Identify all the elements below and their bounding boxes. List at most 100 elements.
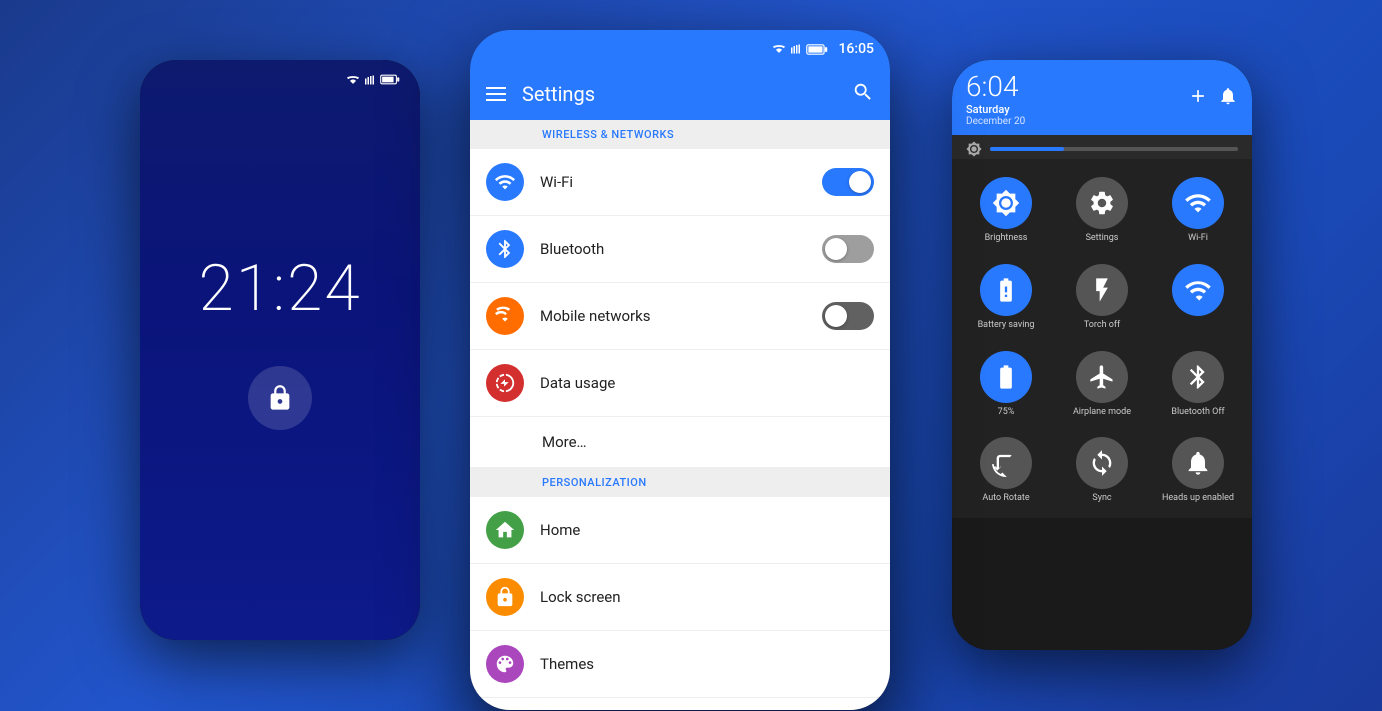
left-phone: 21:24 xyxy=(140,60,420,640)
qs-battery-icon xyxy=(992,363,1020,391)
qs-airplane-icon xyxy=(1088,363,1116,391)
settings-item-mobile[interactable]: Mobile networks xyxy=(470,283,890,350)
qs-battery-saving-circle xyxy=(980,264,1032,316)
settings-item-statusbar[interactable]: Status bar xyxy=(470,698,890,710)
qs-wifi-label: Wi-Fi xyxy=(1188,233,1208,244)
left-status-bar xyxy=(160,74,400,85)
qs-battery-label: 75% xyxy=(998,407,1015,418)
qs-tile-torch[interactable]: Torch off xyxy=(1056,254,1148,337)
lock-icon-circle[interactable] xyxy=(248,366,312,430)
settings-item-data[interactable]: Data usage xyxy=(470,350,890,417)
qs-tile-airplane[interactable]: Airplane mode xyxy=(1056,341,1148,424)
brightness-icon-small xyxy=(966,141,982,157)
qs-bluetooth-label: Bluetooth Off xyxy=(1171,407,1224,418)
qs-tile-battery[interactable]: 75% xyxy=(960,341,1052,424)
themes-icon xyxy=(494,653,516,675)
qs-battery-saving-icon xyxy=(992,276,1020,304)
qs-sync-label: Sync xyxy=(1092,493,1111,504)
bluetooth-icon xyxy=(494,238,516,260)
qs-wifi-icon xyxy=(1184,189,1212,217)
qs-rotate-label: Auto Rotate xyxy=(982,493,1029,504)
qs-brightness-icon xyxy=(992,189,1020,217)
qs-tile-settings[interactable]: Settings xyxy=(1056,167,1148,250)
settings-item-bluetooth[interactable]: Bluetooth xyxy=(470,216,890,283)
qs-date: Saturday December 20 xyxy=(966,103,1025,127)
wifi-icon-circle xyxy=(486,163,524,201)
mobile-toggle[interactable] xyxy=(822,302,874,330)
qs-torch-circle xyxy=(1076,264,1128,316)
qs-tile-brightness[interactable]: Brightness xyxy=(960,167,1052,250)
hamburger-icon[interactable] xyxy=(486,87,506,101)
settings-item-home[interactable]: Home xyxy=(470,497,890,564)
lockscreen-icon-circle xyxy=(486,578,524,616)
data-icon-circle xyxy=(486,364,524,402)
qs-add-icon[interactable] xyxy=(1188,86,1208,111)
wifi-toggle-knob xyxy=(849,171,871,193)
themes-label: Themes xyxy=(540,655,874,673)
qs-bell-icon[interactable] xyxy=(1218,86,1238,111)
qs-sync-circle xyxy=(1076,437,1128,489)
qs-tile-wifi[interactable]: Wi-Fi xyxy=(1152,167,1244,250)
qs-headsup-icon xyxy=(1184,449,1212,477)
wifi-icon xyxy=(494,171,516,193)
more-label: More… xyxy=(542,433,587,451)
home-icon xyxy=(494,519,516,541)
settings-item-themes[interactable]: Themes xyxy=(470,631,890,698)
settings-header: Settings xyxy=(470,68,890,120)
qs-header: 6:04 Saturday December 20 xyxy=(952,60,1252,135)
mobile-icon-circle xyxy=(486,297,524,335)
mobile-networks-label: Mobile networks xyxy=(540,307,806,325)
qs-tile-rotate[interactable]: Auto Rotate xyxy=(960,427,1052,510)
mobile-toggle-knob xyxy=(825,305,847,327)
qs-grid: Brightness Settings Wi-Fi xyxy=(952,159,1252,518)
qs-rotate-icon xyxy=(992,449,1020,477)
settings-phone: 16:05 Settings WIRELESS & NETWORKS Wi-Fi xyxy=(470,30,890,710)
qs-wifi-circle xyxy=(1172,177,1224,229)
lockscreen-label: Lock screen xyxy=(540,588,874,606)
data-icon xyxy=(494,372,516,394)
home-label: Home xyxy=(540,521,874,539)
qs-brightness-label: Brightness xyxy=(985,233,1028,244)
search-button[interactable] xyxy=(852,81,874,108)
lock-icon xyxy=(266,384,294,412)
settings-item-more[interactable]: More… xyxy=(470,417,890,468)
qs-airplane-label: Airplane mode xyxy=(1073,407,1131,418)
qs-settings-icon xyxy=(1088,189,1116,217)
qs-tile-signal[interactable] xyxy=(1152,254,1244,337)
lock-time: 21:24 xyxy=(198,251,361,326)
settings-content: WIRELESS & NETWORKS Wi-Fi Bluetooth xyxy=(470,120,890,710)
brightness-track[interactable] xyxy=(990,147,1238,151)
qs-signal-circle xyxy=(1172,264,1224,316)
data-usage-label: Data usage xyxy=(540,374,874,392)
hamburger-line-3 xyxy=(486,99,506,101)
settings-title: Settings xyxy=(522,82,836,106)
mobile-icon xyxy=(494,305,516,327)
qs-header-icons xyxy=(1188,86,1238,111)
bluetooth-toggle-knob xyxy=(825,238,847,260)
bluetooth-toggle[interactable] xyxy=(822,235,874,263)
wifi-toggle[interactable] xyxy=(822,168,874,196)
home-icon-circle xyxy=(486,511,524,549)
qs-torch-label: Torch off xyxy=(1084,320,1120,331)
qs-tile-bluetooth[interactable]: Bluetooth Off xyxy=(1152,341,1244,424)
qs-airplane-circle xyxy=(1076,351,1128,403)
qs-bluetooth-circle xyxy=(1172,351,1224,403)
qs-settings-label: Settings xyxy=(1086,233,1119,244)
qs-battery-saving-label: Battery saving xyxy=(978,320,1035,331)
qs-tile-headsup[interactable]: Heads up enabled xyxy=(1152,427,1244,510)
settings-item-wifi[interactable]: Wi-Fi xyxy=(470,149,890,216)
qs-headsup-circle xyxy=(1172,437,1224,489)
qs-tile-battery-saving[interactable]: Battery saving xyxy=(960,254,1052,337)
qs-rotate-circle xyxy=(980,437,1032,489)
settings-item-lockscreen[interactable]: Lock screen xyxy=(470,564,890,631)
qs-date-day: Saturday xyxy=(966,103,1010,116)
qs-tile-sync[interactable]: Sync xyxy=(1056,427,1148,510)
hamburger-line-2 xyxy=(486,93,506,95)
qs-bluetooth-icon xyxy=(1184,363,1212,391)
quick-settings-screen: 6:04 Saturday December 20 xyxy=(952,60,1252,650)
qs-torch-icon xyxy=(1088,276,1116,304)
lockscreen-icon xyxy=(494,586,516,608)
qs-date-full: December 20 xyxy=(966,116,1025,127)
settings-status-time: 16:05 xyxy=(838,41,874,57)
hamburger-line-1 xyxy=(486,87,506,89)
